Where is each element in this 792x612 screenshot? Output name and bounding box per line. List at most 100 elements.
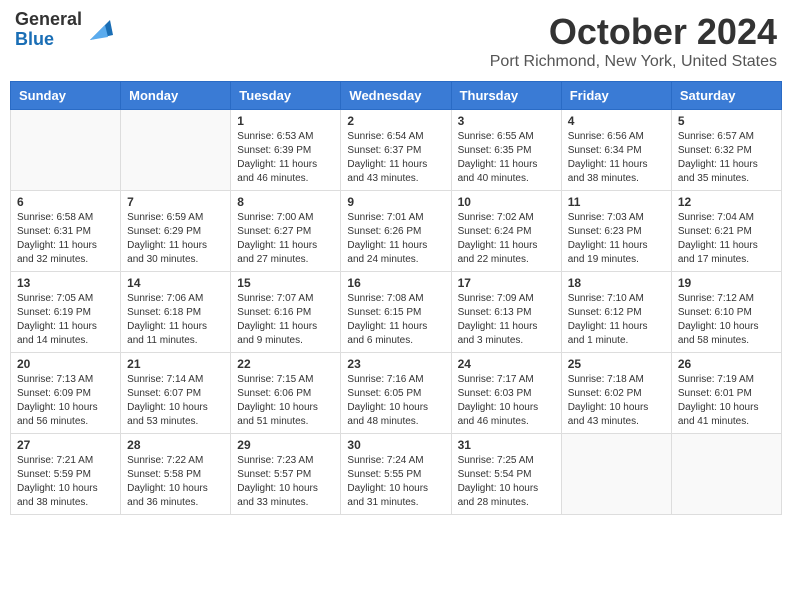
calendar-cell: 12 Sunrise: 7:04 AM Sunset: 6:21 PM Dayli… (671, 191, 781, 272)
calendar-cell: 28 Sunrise: 7:22 AM Sunset: 5:58 PM Dayli… (121, 434, 231, 515)
calendar-cell (121, 110, 231, 191)
day-info: Sunrise: 7:22 AM Sunset: 5:58 PM Dayligh… (127, 454, 224, 510)
day-number: 21 (127, 357, 224, 371)
title-block: October 2024 Port Richmond, New York, Un… (490, 10, 777, 71)
day-info: Sunrise: 7:06 AM Sunset: 6:18 PM Dayligh… (127, 292, 224, 348)
calendar-cell: 18 Sunrise: 7:10 AM Sunset: 6:12 PM Dayli… (561, 272, 671, 353)
day-info: Sunrise: 7:08 AM Sunset: 6:15 PM Dayligh… (347, 292, 444, 348)
logo-icon (85, 15, 115, 45)
calendar-cell: 1 Sunrise: 6:53 AM Sunset: 6:39 PM Daylig… (231, 110, 341, 191)
logo: General Blue (15, 10, 115, 50)
calendar-cell: 6 Sunrise: 6:58 AM Sunset: 6:31 PM Daylig… (11, 191, 121, 272)
calendar-day-header: Thursday (451, 82, 561, 110)
day-number: 6 (17, 195, 114, 209)
location-subtitle: Port Richmond, New York, United States (490, 53, 777, 71)
day-number: 29 (237, 438, 334, 452)
day-number: 10 (458, 195, 555, 209)
day-number: 8 (237, 195, 334, 209)
day-info: Sunrise: 7:07 AM Sunset: 6:16 PM Dayligh… (237, 292, 334, 348)
page-header: General Blue October 2024 Port Richmond,… (10, 10, 782, 71)
day-info: Sunrise: 7:24 AM Sunset: 5:55 PM Dayligh… (347, 454, 444, 510)
day-info: Sunrise: 6:55 AM Sunset: 6:35 PM Dayligh… (458, 130, 555, 186)
day-info: Sunrise: 7:10 AM Sunset: 6:12 PM Dayligh… (568, 292, 665, 348)
calendar-cell: 21 Sunrise: 7:14 AM Sunset: 6:07 PM Dayli… (121, 353, 231, 434)
calendar-cell: 7 Sunrise: 6:59 AM Sunset: 6:29 PM Daylig… (121, 191, 231, 272)
day-number: 3 (458, 114, 555, 128)
day-number: 19 (678, 276, 775, 290)
day-number: 30 (347, 438, 444, 452)
day-number: 12 (678, 195, 775, 209)
day-number: 25 (568, 357, 665, 371)
day-number: 2 (347, 114, 444, 128)
calendar-week-row: 6 Sunrise: 6:58 AM Sunset: 6:31 PM Daylig… (11, 191, 782, 272)
calendar-cell: 31Sunrise: 7:25 AM Sunset: 5:54 PM Dayli… (451, 434, 561, 515)
day-info: Sunrise: 7:04 AM Sunset: 6:21 PM Dayligh… (678, 211, 775, 267)
calendar-cell: 11 Sunrise: 7:03 AM Sunset: 6:23 PM Dayli… (561, 191, 671, 272)
day-number: 23 (347, 357, 444, 371)
day-number: 15 (237, 276, 334, 290)
calendar-cell: 27 Sunrise: 7:21 AM Sunset: 5:59 PM Dayli… (11, 434, 121, 515)
calendar-cell: 10Sunrise: 7:02 AM Sunset: 6:24 PM Dayli… (451, 191, 561, 272)
calendar-cell: 30 Sunrise: 7:24 AM Sunset: 5:55 PM Dayli… (341, 434, 451, 515)
calendar-cell: 29 Sunrise: 7:23 AM Sunset: 5:57 PM Dayli… (231, 434, 341, 515)
calendar-cell: 19 Sunrise: 7:12 AM Sunset: 6:10 PM Dayli… (671, 272, 781, 353)
day-number: 4 (568, 114, 665, 128)
day-info: Sunrise: 7:03 AM Sunset: 6:23 PM Dayligh… (568, 211, 665, 267)
day-info: Sunrise: 7:18 AM Sunset: 6:02 PM Dayligh… (568, 373, 665, 429)
day-number: 31 (458, 438, 555, 452)
calendar-cell (561, 434, 671, 515)
day-number: 16 (347, 276, 444, 290)
calendar-cell: 20 Sunrise: 7:13 AM Sunset: 6:09 PM Dayli… (11, 353, 121, 434)
calendar-cell: 25 Sunrise: 7:18 AM Sunset: 6:02 PM Dayli… (561, 353, 671, 434)
calendar-cell: 14Sunrise: 7:06 AM Sunset: 6:18 PM Dayli… (121, 272, 231, 353)
day-number: 20 (17, 357, 114, 371)
day-number: 9 (347, 195, 444, 209)
calendar-week-row: 27 Sunrise: 7:21 AM Sunset: 5:59 PM Dayli… (11, 434, 782, 515)
calendar-cell: 26Sunrise: 7:19 AM Sunset: 6:01 PM Dayli… (671, 353, 781, 434)
calendar-cell: 23Sunrise: 7:16 AM Sunset: 6:05 PM Dayli… (341, 353, 451, 434)
day-number: 28 (127, 438, 224, 452)
day-info: Sunrise: 7:17 AM Sunset: 6:03 PM Dayligh… (458, 373, 555, 429)
calendar-cell: 5Sunrise: 6:57 AM Sunset: 6:32 PM Daylig… (671, 110, 781, 191)
calendar-cell (671, 434, 781, 515)
calendar-cell: 8 Sunrise: 7:00 AM Sunset: 6:27 PM Daylig… (231, 191, 341, 272)
day-number: 27 (17, 438, 114, 452)
day-info: Sunrise: 7:05 AM Sunset: 6:19 PM Dayligh… (17, 292, 114, 348)
day-number: 11 (568, 195, 665, 209)
calendar-cell: 16 Sunrise: 7:08 AM Sunset: 6:15 PM Dayli… (341, 272, 451, 353)
day-info: Sunrise: 6:57 AM Sunset: 6:32 PM Dayligh… (678, 130, 775, 186)
day-info: Sunrise: 7:12 AM Sunset: 6:10 PM Dayligh… (678, 292, 775, 348)
day-info: Sunrise: 6:58 AM Sunset: 6:31 PM Dayligh… (17, 211, 114, 267)
calendar-day-header: Monday (121, 82, 231, 110)
calendar-cell: 22Sunrise: 7:15 AM Sunset: 6:06 PM Dayli… (231, 353, 341, 434)
calendar-cell: 4 Sunrise: 6:56 AM Sunset: 6:34 PM Daylig… (561, 110, 671, 191)
day-number: 24 (458, 357, 555, 371)
calendar-cell: 17Sunrise: 7:09 AM Sunset: 6:13 PM Dayli… (451, 272, 561, 353)
calendar-week-row: 1 Sunrise: 6:53 AM Sunset: 6:39 PM Daylig… (11, 110, 782, 191)
day-info: Sunrise: 7:09 AM Sunset: 6:13 PM Dayligh… (458, 292, 555, 348)
day-info: Sunrise: 7:23 AM Sunset: 5:57 PM Dayligh… (237, 454, 334, 510)
day-number: 1 (237, 114, 334, 128)
calendar-day-header: Wednesday (341, 82, 451, 110)
day-info: Sunrise: 6:56 AM Sunset: 6:34 PM Dayligh… (568, 130, 665, 186)
day-info: Sunrise: 7:14 AM Sunset: 6:07 PM Dayligh… (127, 373, 224, 429)
calendar-cell: 15 Sunrise: 7:07 AM Sunset: 6:16 PM Dayli… (231, 272, 341, 353)
day-info: Sunrise: 7:15 AM Sunset: 6:06 PM Dayligh… (237, 373, 334, 429)
calendar-table: SundayMondayTuesdayWednesdayThursdayFrid… (10, 81, 782, 515)
day-info: Sunrise: 6:54 AM Sunset: 6:37 PM Dayligh… (347, 130, 444, 186)
calendar-cell: 9Sunrise: 7:01 AM Sunset: 6:26 PM Daylig… (341, 191, 451, 272)
day-info: Sunrise: 7:00 AM Sunset: 6:27 PM Dayligh… (237, 211, 334, 267)
logo-general-text: General (15, 10, 82, 30)
logo-blue-text: Blue (15, 30, 82, 50)
day-number: 7 (127, 195, 224, 209)
day-info: Sunrise: 7:21 AM Sunset: 5:59 PM Dayligh… (17, 454, 114, 510)
calendar-week-row: 13Sunrise: 7:05 AM Sunset: 6:19 PM Dayli… (11, 272, 782, 353)
month-title: October 2024 (490, 10, 777, 53)
day-info: Sunrise: 7:13 AM Sunset: 6:09 PM Dayligh… (17, 373, 114, 429)
day-number: 26 (678, 357, 775, 371)
calendar-cell: 24 Sunrise: 7:17 AM Sunset: 6:03 PM Dayli… (451, 353, 561, 434)
day-info: Sunrise: 6:59 AM Sunset: 6:29 PM Dayligh… (127, 211, 224, 267)
day-number: 18 (568, 276, 665, 290)
calendar-cell (11, 110, 121, 191)
day-info: Sunrise: 6:53 AM Sunset: 6:39 PM Dayligh… (237, 130, 334, 186)
